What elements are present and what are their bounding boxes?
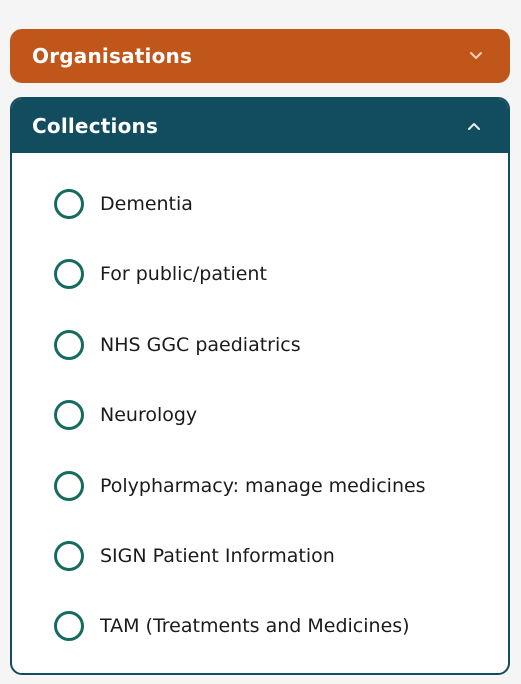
collection-option-public-patient[interactable]: For public/patient [54,254,267,294]
chevron-down-icon[interactable] [468,48,484,64]
collection-option-label: Neurology [100,404,198,426]
radio-icon[interactable] [54,471,84,501]
collection-option-dementia[interactable]: Dementia [54,184,193,224]
collection-option-label: NHS GGC paediatrics [100,334,301,356]
collection-option-label: TAM (Treatments and Medicines) [100,615,410,637]
collection-option-tam[interactable]: TAM (Treatments and Medicines) [54,606,410,646]
collections-panel: Collections Dementia For public/patient … [10,97,510,675]
collection-option-neurology[interactable]: Neurology [54,395,197,435]
organisations-title: Organisations [32,44,193,68]
collection-option-label: Dementia [100,193,193,215]
radio-icon[interactable] [54,400,84,430]
collection-option-label: Polypharmacy: manage medicines [100,475,426,497]
radio-icon[interactable] [54,259,84,289]
radio-icon[interactable] [54,189,84,219]
collection-option-label: SIGN Patient Information [100,545,335,567]
collection-option-nhs-ggc-paediatrics[interactable]: NHS GGC paediatrics [54,325,301,365]
filter-sidebar: Organisations Collections Dementia For p [0,0,521,684]
radio-icon[interactable] [54,330,84,360]
collection-option-sign-patient-information[interactable]: SIGN Patient Information [54,536,335,576]
radio-icon[interactable] [54,541,84,571]
chevron-up-icon[interactable] [466,118,482,134]
organisations-accordion[interactable]: Organisations [10,29,510,83]
collection-option-label: For public/patient [100,263,267,285]
radio-icon[interactable] [54,611,84,641]
collections-accordion[interactable]: Collections [12,99,508,153]
collections-title: Collections [32,114,159,138]
collection-option-polypharmacy[interactable]: Polypharmacy: manage medicines [54,466,426,506]
